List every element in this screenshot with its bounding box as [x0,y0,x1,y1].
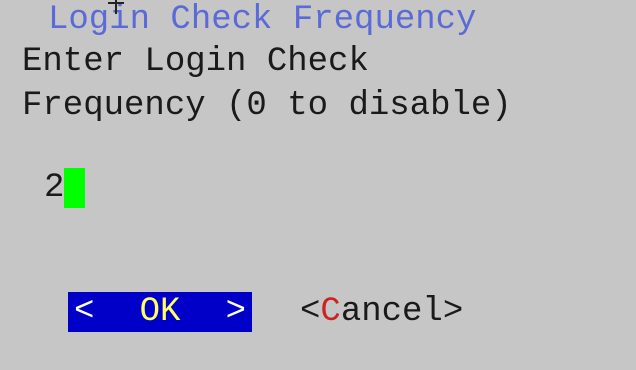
ok-button-label: OK [139,293,181,331]
cancel-button[interactable]: <Cancel> [300,292,463,332]
cancel-button-suffix: > [442,293,464,331]
cancel-button-rest: ancel [340,293,443,331]
login-check-frequency-dialog: Login Check Frequency Enter Login Check … [0,0,636,370]
ok-button[interactable]: < OK > [68,292,252,332]
button-row: < OK > <Cancel> [68,292,463,332]
ok-button-right-bracket: > [225,293,246,331]
cancel-button-prefix: < [300,293,321,331]
text-cursor [64,168,86,208]
dialog-title: Login Check Frequency [48,1,477,39]
frequency-input-value[interactable]: 2 [44,168,64,208]
ok-button-left-bracket: < [74,293,95,331]
cancel-button-hotkey: C [320,293,341,331]
prompt-text-line-2: Frequency (0 to disable) [22,87,512,125]
frequency-input-field[interactable]: 2 [44,168,86,208]
prompt-text-line-1: Enter Login Check [22,43,369,81]
